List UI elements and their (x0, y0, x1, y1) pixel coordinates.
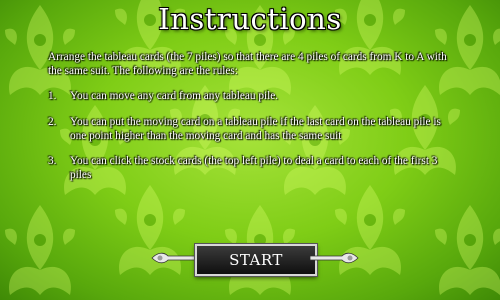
rule-number: 3. (48, 155, 57, 168)
right-ornament-icon (310, 252, 359, 264)
rule-number: 2. (48, 115, 57, 128)
start-button[interactable]: START (195, 244, 317, 276)
intro-text: Arrange the tableau cards (the 7 piles) … (48, 51, 447, 78)
start-button-group: START (150, 238, 360, 278)
rule-number: 1. (48, 90, 57, 103)
rule-text: You can click the stock cards (the top l… (70, 155, 438, 182)
rule-text: You can put the moving card on a tableau… (70, 115, 441, 142)
instructions-body: Arrange the tableau cards (the 7 piles) … (48, 50, 458, 193)
rule-item: 1. You can move any card from any tablea… (48, 89, 458, 103)
rule-item: 3. You can click the stock cards (the to… (48, 154, 458, 182)
rule-item: 2. You can put the moving card on a tabl… (48, 115, 458, 143)
rule-text: You can move any card from any tableau p… (70, 90, 279, 103)
left-ornament-icon (151, 252, 200, 264)
page-title: Instructions (158, 2, 342, 36)
